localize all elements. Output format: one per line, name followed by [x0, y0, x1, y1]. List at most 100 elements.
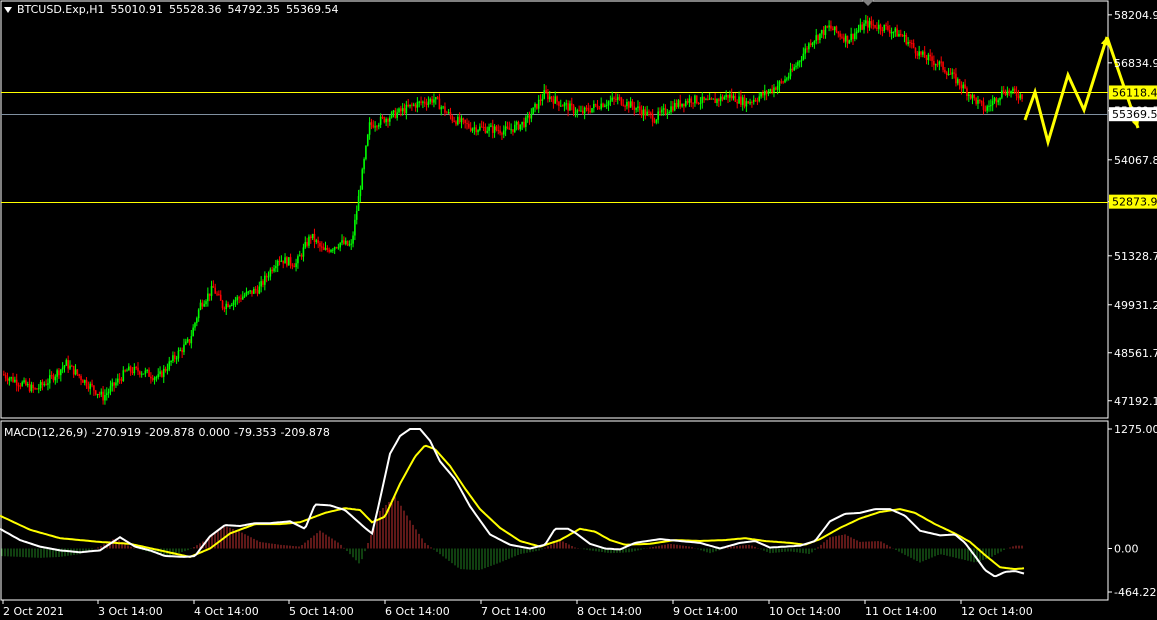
candle-body	[809, 43, 812, 46]
candle-body	[422, 101, 424, 103]
candle-body	[554, 96, 557, 104]
candle-body	[69, 365, 71, 369]
candle-body	[363, 159, 365, 170]
candle-body	[392, 110, 395, 113]
candle-body	[521, 121, 523, 125]
candle-body	[431, 99, 433, 103]
candle-body	[275, 266, 277, 269]
candle-body	[473, 127, 476, 129]
candle-body	[436, 97, 439, 99]
candle-body	[1001, 90, 1003, 98]
candle-body	[17, 385, 20, 387]
candle-body	[401, 108, 404, 112]
candle-body	[607, 101, 610, 106]
candle-body	[460, 118, 463, 123]
candle-body	[48, 375, 51, 384]
bid-label: 55369.5	[1112, 108, 1157, 121]
candle-body	[122, 370, 125, 381]
candle-body	[468, 123, 470, 128]
macd-panel-frame	[0, 420, 1109, 601]
candle-body	[221, 300, 224, 309]
candle-body	[534, 103, 536, 108]
candle-body	[486, 130, 489, 133]
candle-body	[776, 85, 779, 90]
candle-body	[692, 102, 694, 104]
candle-body	[267, 276, 270, 278]
candle-body	[377, 124, 380, 127]
candle-body	[922, 51, 924, 55]
candle-body	[883, 24, 886, 32]
candle-body	[824, 26, 827, 35]
candle-body	[508, 127, 511, 130]
candle-body	[462, 118, 465, 120]
candle-body	[175, 358, 178, 360]
candle-body	[589, 110, 591, 113]
candle-body	[89, 383, 92, 389]
candle-body	[593, 104, 595, 109]
candle-body	[927, 54, 930, 61]
candle-body	[442, 106, 444, 108]
chart-menu-icon[interactable]	[4, 7, 12, 13]
candle-body	[874, 24, 876, 28]
candle-body	[293, 266, 296, 268]
candle-body	[240, 298, 242, 300]
candle-body	[418, 101, 421, 103]
candle-body	[683, 103, 685, 107]
candle-body	[26, 383, 29, 386]
candle-body	[129, 366, 132, 372]
candle-body	[291, 264, 294, 267]
candle-body	[740, 96, 742, 105]
candle-body	[784, 79, 786, 83]
candle-body	[879, 24, 882, 30]
candle-body	[322, 247, 325, 250]
candle-body	[517, 122, 520, 130]
candle-body	[488, 126, 490, 131]
candle-body	[791, 68, 794, 71]
candle-body	[1013, 88, 1016, 92]
candle-body	[177, 350, 180, 359]
candle-body	[530, 114, 533, 119]
candle-body	[1015, 91, 1018, 97]
candle-body	[574, 112, 577, 114]
candle-body	[357, 196, 360, 211]
candle-body	[662, 108, 665, 110]
candle-body	[631, 101, 634, 107]
candle-body	[359, 189, 362, 197]
candle-body	[372, 124, 375, 128]
candle-body	[780, 81, 783, 83]
candle-body	[826, 26, 829, 28]
candle-body	[583, 107, 586, 114]
candle-body	[622, 104, 625, 106]
candle-body	[383, 117, 386, 123]
candle-body	[661, 109, 663, 113]
candle-body	[54, 376, 57, 381]
candle-body	[841, 36, 843, 38]
candle-body	[109, 386, 112, 392]
candle-body	[47, 383, 49, 385]
candle-body	[701, 96, 704, 103]
candle-body	[321, 246, 323, 248]
price-axis-label: 58204.9	[1114, 9, 1157, 22]
candle-body	[973, 94, 976, 98]
candle-body	[265, 275, 268, 278]
candle-body	[300, 255, 303, 257]
candle-body	[925, 57, 928, 61]
candle-body	[451, 116, 454, 121]
candle-body	[828, 25, 830, 28]
candle-body	[457, 116, 459, 125]
candle-body	[650, 112, 652, 115]
candle-body	[96, 394, 99, 396]
candle-body	[537, 99, 540, 109]
candle-body	[282, 260, 285, 264]
candle-body	[587, 108, 590, 111]
candle-body	[635, 108, 637, 110]
candle-body	[763, 90, 766, 96]
candle-body	[633, 106, 636, 110]
candle-body	[91, 383, 93, 386]
candle-body	[444, 106, 446, 113]
candle-body	[23, 380, 25, 383]
candle-body	[427, 101, 430, 105]
candle-body	[173, 355, 176, 359]
candle-body	[688, 98, 691, 103]
candle-body	[690, 98, 693, 103]
